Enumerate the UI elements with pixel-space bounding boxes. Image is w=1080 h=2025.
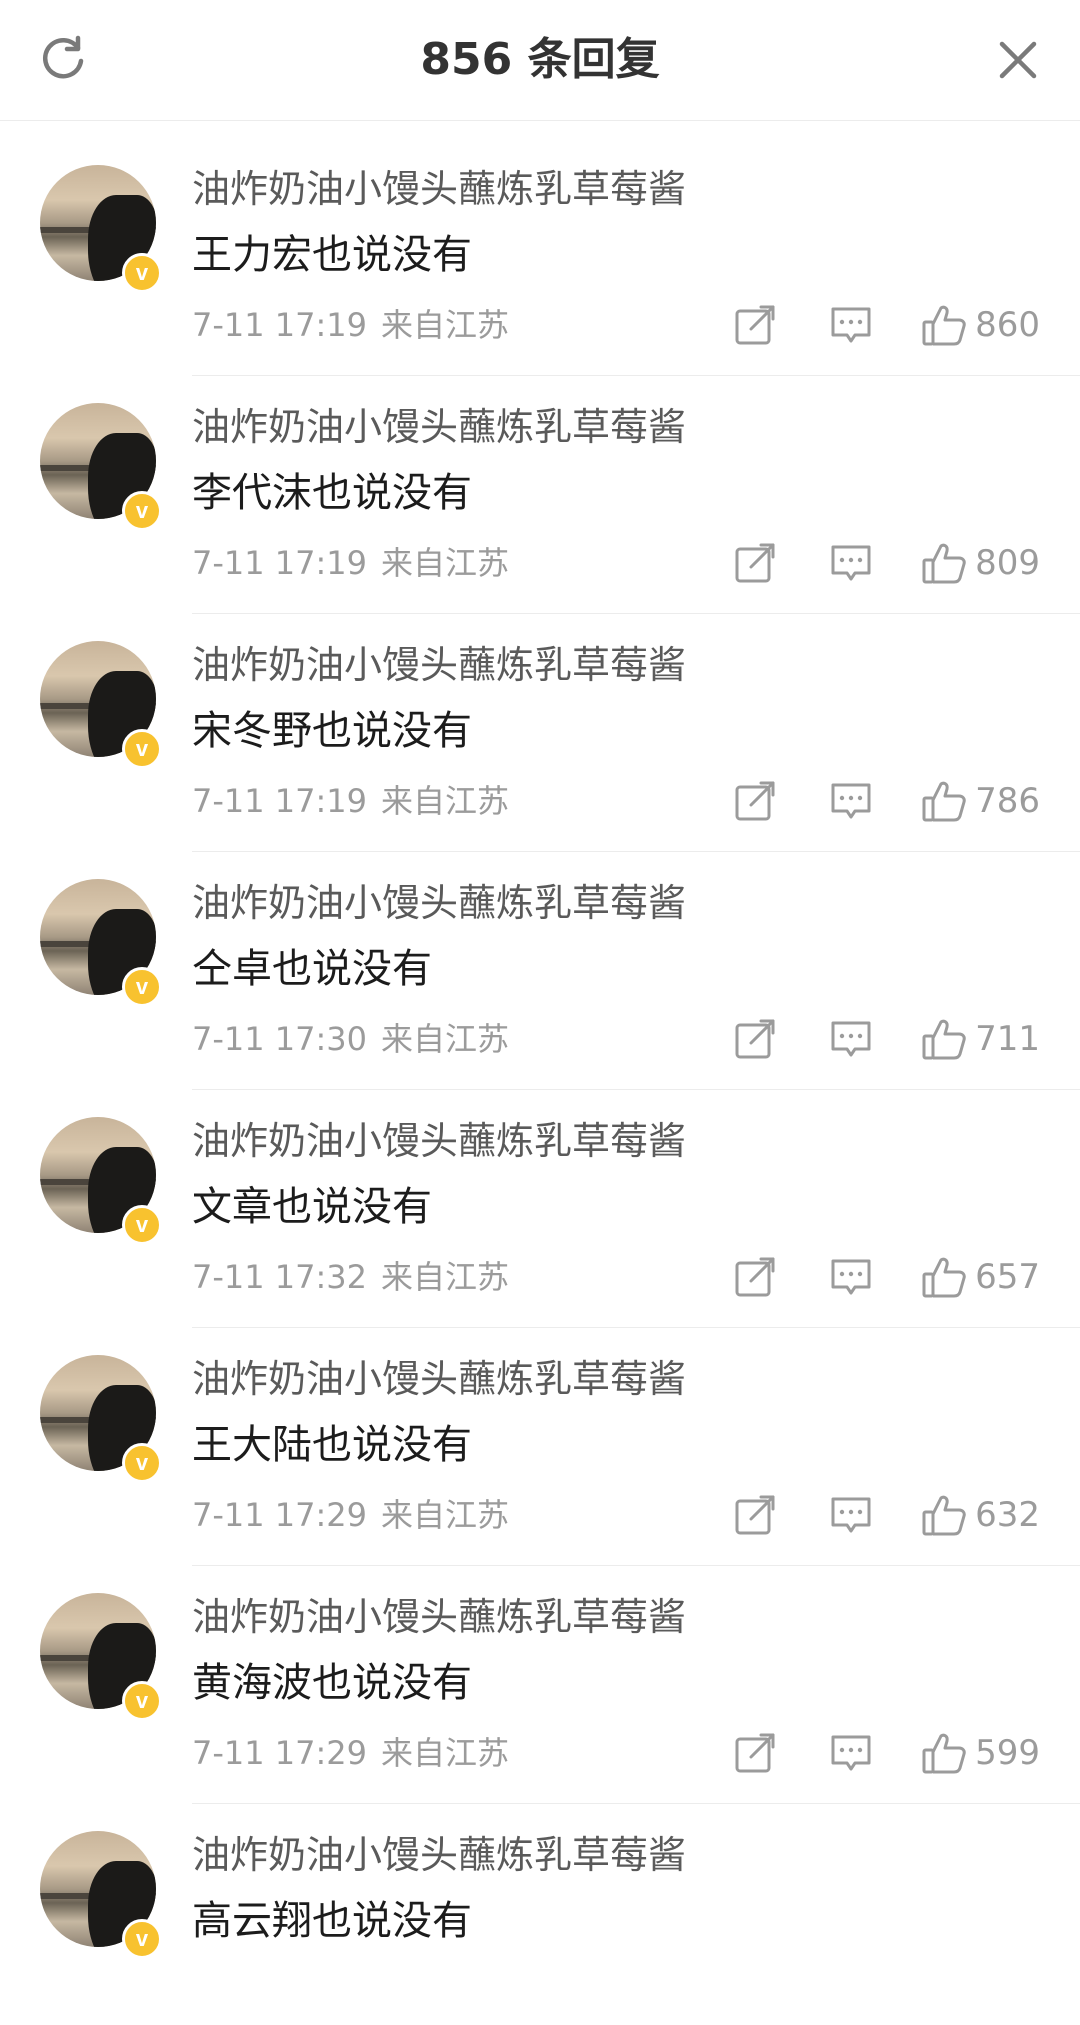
location: 来自江苏 (381, 1734, 510, 1772)
timestamp: 7-11 17:30 (192, 1020, 368, 1058)
verified-badge-icon: v (122, 1443, 162, 1483)
page-title: 856 条回复 (420, 34, 660, 85)
divider (192, 1565, 1080, 1566)
comment-meta: 7-11 17:19 来自江苏 (192, 779, 509, 823)
location: 来自江苏 (381, 306, 510, 344)
location: 来自江苏 (381, 1496, 510, 1534)
verified-badge-icon: v (122, 253, 162, 293)
share-icon[interactable] (733, 303, 777, 347)
divider (192, 375, 1080, 376)
comment-item[interactable]: v 油炸奶油小馒头蘸炼乳草莓酱李代沫也说没有 7-11 17:19 来自江苏 809 (0, 359, 1080, 597)
like-count: 711 (975, 1019, 1040, 1059)
timestamp: 7-11 17:32 (192, 1258, 368, 1296)
username[interactable]: 油炸奶油小馒头蘸炼乳草莓酱 (192, 401, 686, 453)
verified-badge-icon: v (122, 967, 162, 1007)
share-icon[interactable] (733, 541, 777, 585)
comment-icon[interactable] (829, 1731, 873, 1775)
comment-text: 高云翔也说没有 (192, 1898, 472, 1944)
timestamp: 7-11 17:19 (192, 782, 368, 820)
comment-actions: 860 (733, 297, 1040, 353)
verified-badge-icon: v (122, 491, 162, 531)
comment-actions: 809 (733, 535, 1040, 591)
divider (192, 1803, 1080, 1804)
comment-icon[interactable] (829, 303, 873, 347)
comment-icon[interactable] (829, 1017, 873, 1061)
header: 856 条回复 (0, 0, 1080, 121)
share-icon[interactable] (733, 1493, 777, 1537)
comment-text: 王大陆也说没有 (192, 1422, 472, 1468)
share-icon[interactable] (733, 1017, 777, 1061)
username[interactable]: 油炸奶油小馒头蘸炼乳草莓酱 (192, 1115, 686, 1167)
comment-item[interactable]: v 油炸奶油小馒头蘸炼乳草莓酱宋冬野也说没有 7-11 17:19 来自江苏 786 (0, 597, 1080, 835)
comment-item[interactable]: v 油炸奶油小馒头蘸炼乳草莓酱高云翔也说没有 (0, 1787, 1080, 2025)
timestamp: 7-11 17:19 (192, 306, 368, 344)
comment-text: 李代沫也说没有 (192, 470, 472, 516)
comment-text: 王力宏也说没有 (192, 232, 472, 278)
comment-item[interactable]: v 油炸奶油小馒头蘸炼乳草莓酱王大陆也说没有 7-11 17:29 来自江苏 632 (0, 1311, 1080, 1549)
comment-actions: 632 (733, 1487, 1040, 1543)
username[interactable]: 油炸奶油小馒头蘸炼乳草莓酱 (192, 639, 686, 691)
location: 来自江苏 (381, 1258, 510, 1296)
like-icon[interactable] (921, 1016, 967, 1062)
comment-icon[interactable] (829, 541, 873, 585)
comment-item[interactable]: v 油炸奶油小馒头蘸炼乳草莓酱黄海波也说没有 7-11 17:29 来自江苏 599 (0, 1549, 1080, 1787)
comment-meta: 7-11 17:29 来自江苏 (192, 1731, 509, 1775)
comment-text: 仝卓也说没有 (192, 946, 432, 992)
timestamp: 7-11 17:29 (192, 1734, 368, 1772)
comment-actions: 657 (733, 1249, 1040, 1305)
like-count: 786 (975, 781, 1040, 821)
like-count: 860 (975, 305, 1040, 345)
like-icon[interactable] (921, 778, 967, 824)
comment-text: 黄海波也说没有 (192, 1660, 472, 1706)
comment-icon[interactable] (829, 1255, 873, 1299)
username[interactable]: 油炸奶油小馒头蘸炼乳草莓酱 (192, 1591, 686, 1643)
like-icon[interactable] (921, 540, 967, 586)
comment-item[interactable]: v 油炸奶油小馒头蘸炼乳草莓酱仝卓也说没有 7-11 17:30 来自江苏 711 (0, 835, 1080, 1073)
comment-meta: 7-11 17:29 来自江苏 (192, 1493, 509, 1537)
comment-text: 宋冬野也说没有 (192, 708, 472, 754)
divider (192, 613, 1080, 614)
share-icon[interactable] (733, 1255, 777, 1299)
divider (192, 1089, 1080, 1090)
share-icon[interactable] (733, 1731, 777, 1775)
verified-badge-icon: v (122, 1205, 162, 1245)
comment-actions: 711 (733, 1011, 1040, 1067)
username[interactable]: 油炸奶油小馒头蘸炼乳草莓酱 (192, 163, 686, 215)
comment-meta: 7-11 17:19 来自江苏 (192, 541, 509, 585)
username[interactable]: 油炸奶油小馒头蘸炼乳草莓酱 (192, 1353, 686, 1405)
timestamp: 7-11 17:29 (192, 1496, 368, 1534)
like-count: 657 (975, 1257, 1040, 1297)
timestamp: 7-11 17:19 (192, 544, 368, 582)
like-icon[interactable] (921, 302, 967, 348)
comment-icon[interactable] (829, 1493, 873, 1537)
comment-actions: 786 (733, 773, 1040, 829)
divider (192, 851, 1080, 852)
comment-text: 文章也说没有 (192, 1184, 432, 1230)
like-icon[interactable] (921, 1730, 967, 1776)
share-icon[interactable] (733, 779, 777, 823)
comment-item[interactable]: v 油炸奶油小馒头蘸炼乳草莓酱文章也说没有 7-11 17:32 来自江苏 657 (0, 1073, 1080, 1311)
like-count: 599 (975, 1733, 1040, 1773)
like-count: 632 (975, 1495, 1040, 1535)
like-count: 809 (975, 543, 1040, 583)
comment-icon[interactable] (829, 779, 873, 823)
like-icon[interactable] (921, 1492, 967, 1538)
location: 来自江苏 (381, 1020, 510, 1058)
location: 来自江苏 (381, 544, 510, 582)
username[interactable]: 油炸奶油小馒头蘸炼乳草莓酱 (192, 1829, 686, 1881)
comment-meta: 7-11 17:19 来自江苏 (192, 303, 509, 347)
comment-list: v 油炸奶油小馒头蘸炼乳草莓酱 王力宏也说没有 7-11 17:19 来自江苏 860 v 油… (0, 121, 1080, 2025)
comment-item[interactable]: v 油炸奶油小馒头蘸炼乳草莓酱王力宏也说没有 7-11 17:19 来自江苏 860 (0, 121, 1080, 359)
verified-badge-icon: v (122, 1681, 162, 1721)
location: 来自江苏 (381, 782, 510, 820)
comment-meta: 7-11 17:32 来自江苏 (192, 1255, 509, 1299)
comment-actions: 599 (733, 1725, 1040, 1781)
like-icon[interactable] (921, 1254, 967, 1300)
close-icon[interactable] (996, 38, 1040, 82)
username[interactable]: 油炸奶油小馒头蘸炼乳草莓酱 (192, 877, 686, 929)
comment-meta: 7-11 17:30 来自江苏 (192, 1017, 509, 1061)
verified-badge-icon: v (122, 729, 162, 769)
verified-badge-icon: v (122, 1919, 162, 1959)
divider (192, 1327, 1080, 1328)
